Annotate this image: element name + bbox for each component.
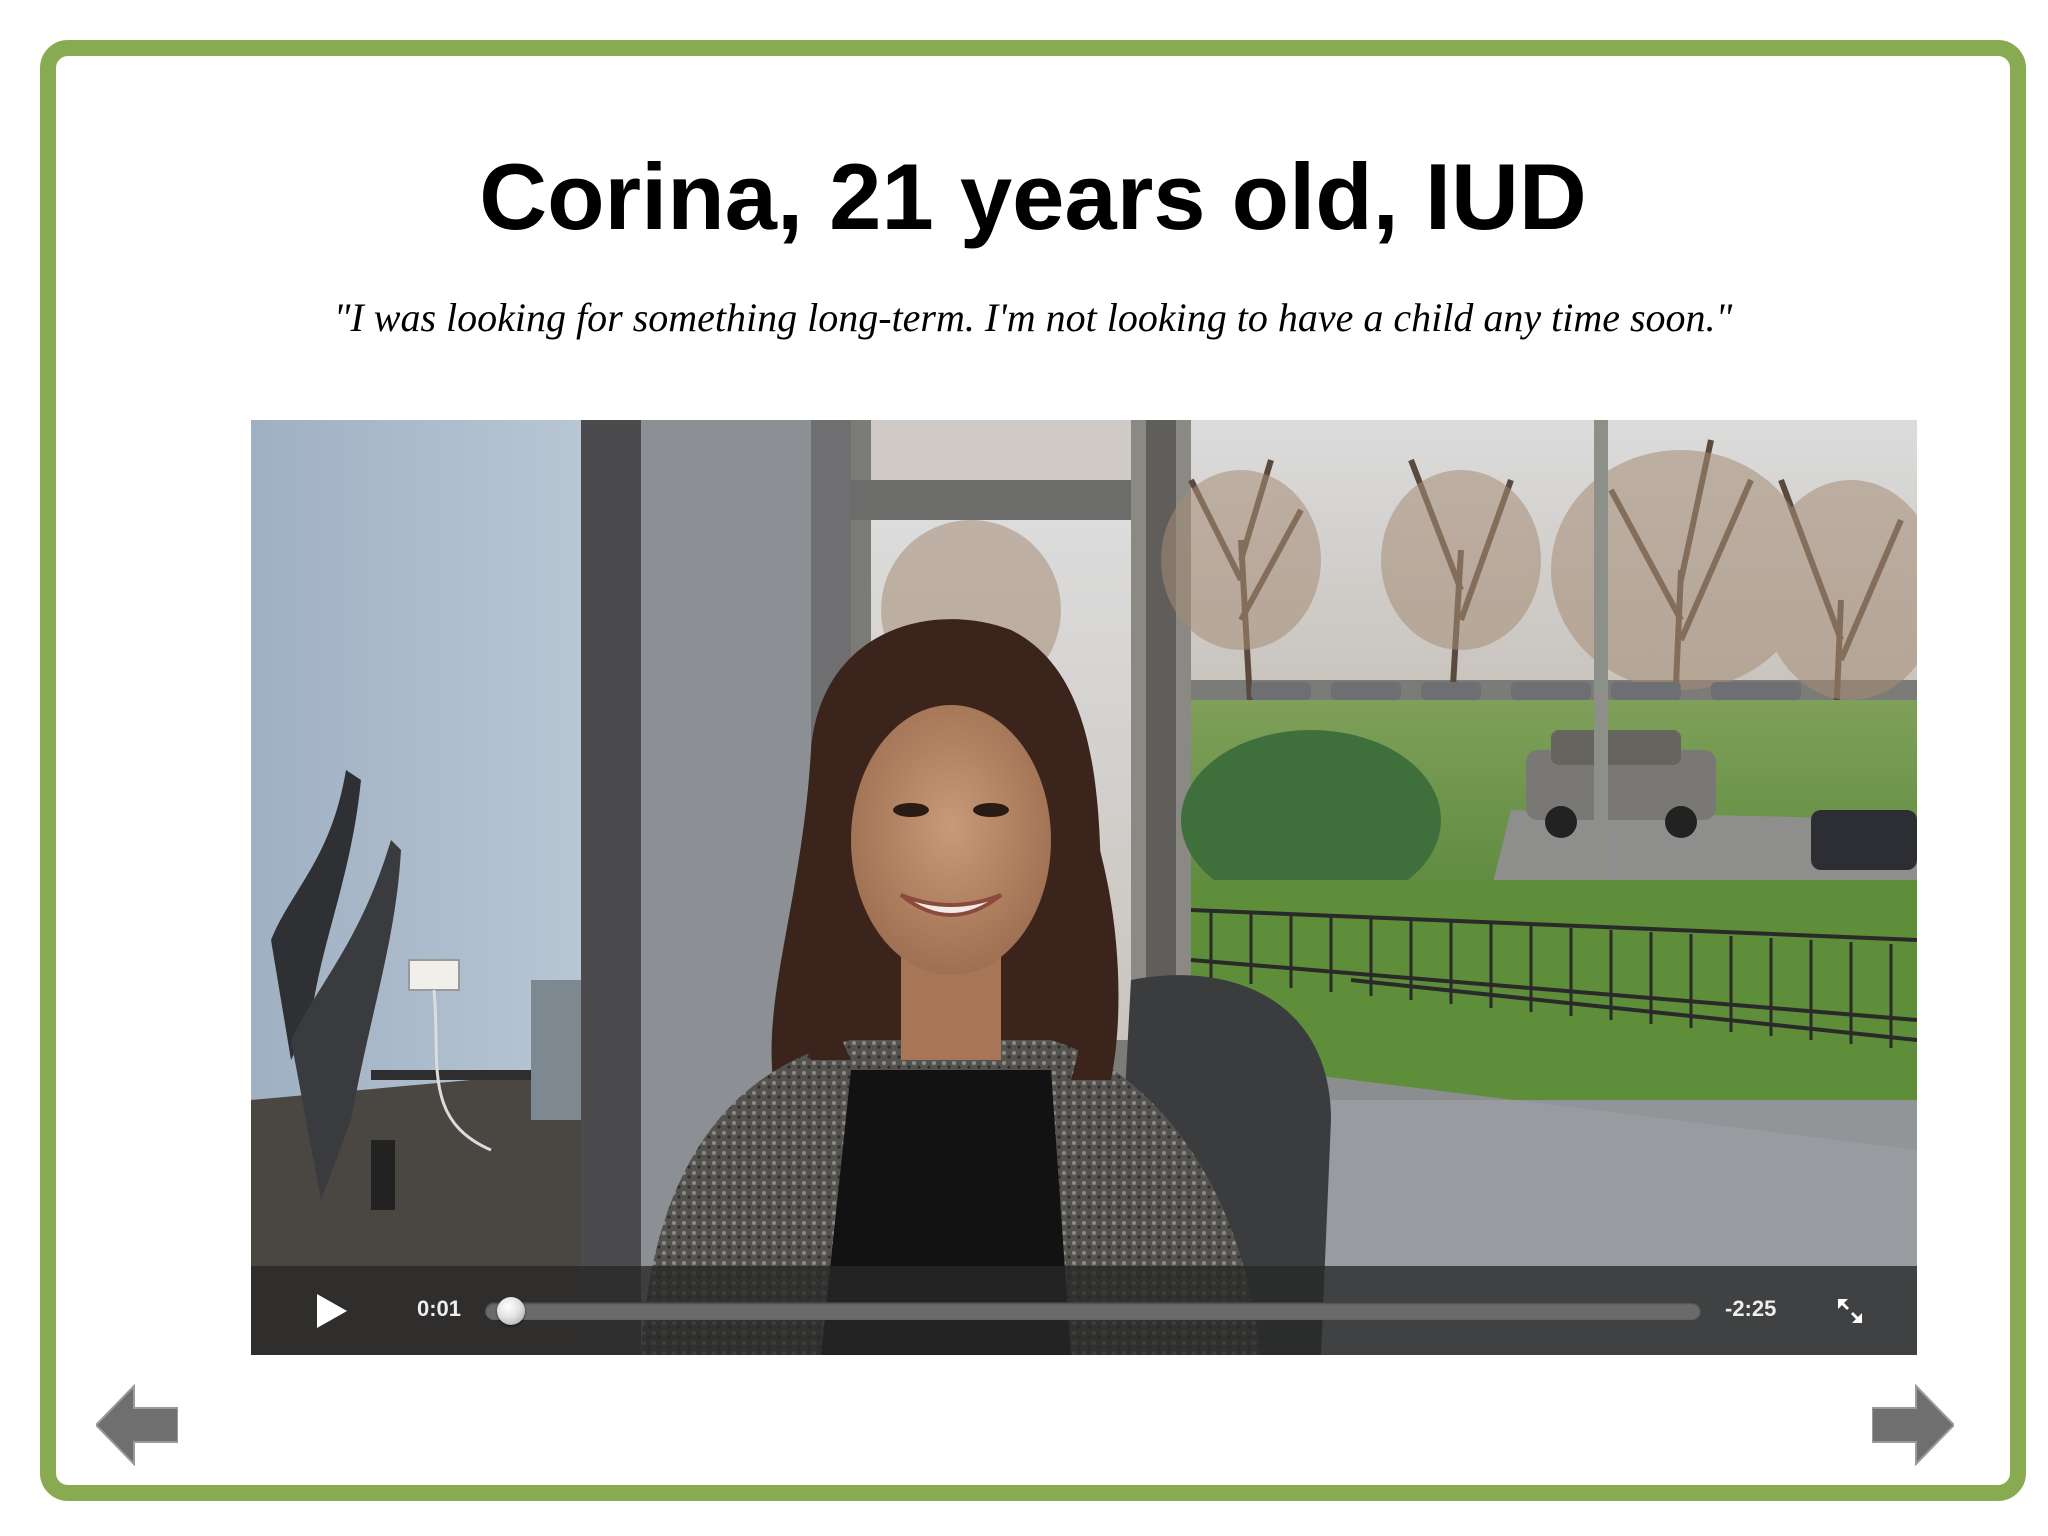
progress-scrubber-knob[interactable]	[497, 1297, 525, 1325]
fullscreen-button[interactable]	[1835, 1296, 1865, 1326]
progress-bar[interactable]	[485, 1297, 1701, 1325]
testimonial-quote: "I was looking for something long-term. …	[333, 295, 1733, 340]
arrow-left-icon	[94, 1383, 179, 1467]
next-button[interactable]	[1871, 1383, 1956, 1467]
video-player[interactable]: 0:01 -2:25	[251, 420, 1917, 1355]
video-frame-image	[251, 420, 1917, 1355]
remaining-time: -2:25	[1725, 1296, 1777, 1321]
play-button[interactable]	[313, 1292, 349, 1330]
current-time: 0:01	[417, 1296, 462, 1321]
video-controls: 0:01 -2:25	[251, 1266, 1917, 1355]
previous-button[interactable]	[94, 1383, 179, 1467]
page-title: Corina, 21 years old, IUD	[479, 144, 1587, 249]
play-icon	[317, 1294, 347, 1328]
content-frame: Corina, 21 years old, IUD "I was looking…	[40, 40, 2026, 1501]
arrow-right-icon	[1871, 1383, 1956, 1467]
fullscreen-icon	[1838, 1299, 1862, 1323]
